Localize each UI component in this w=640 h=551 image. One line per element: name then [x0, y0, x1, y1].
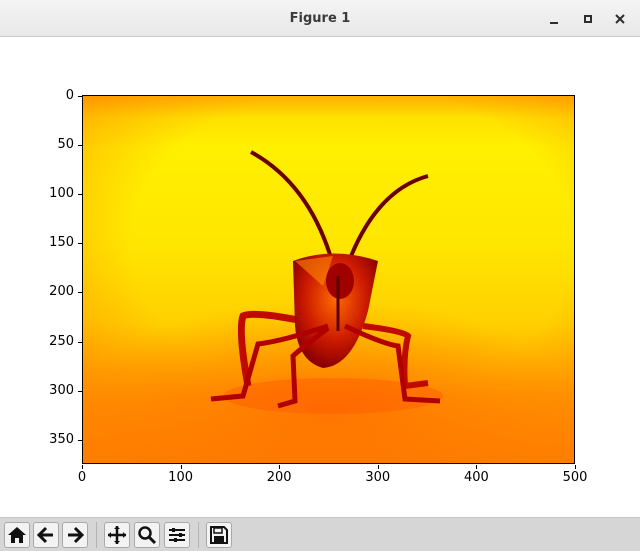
maximize-icon: [584, 15, 592, 23]
back-button[interactable]: [33, 522, 59, 548]
y-tick-label: 250: [49, 333, 74, 349]
y-tick-label: 350: [49, 431, 74, 447]
y-tick-mark: [78, 292, 82, 294]
minimize-button[interactable]: [544, 9, 564, 29]
forward-icon: [68, 526, 85, 544]
x-tick-mark: [82, 465, 83, 469]
image-axes[interactable]: [82, 95, 575, 464]
figure-canvas[interactable]: 0 50 100 150 200 250 300 350 0 100 200 300 400 500: [0, 37, 640, 517]
save-button[interactable]: [206, 522, 232, 548]
x-tick-mark: [476, 465, 478, 469]
x-tick-mark: [377, 465, 379, 469]
forward-button[interactable]: [62, 522, 88, 548]
x-tick-mark: [575, 465, 576, 469]
navigation-toolbar: [0, 517, 640, 551]
back-icon: [36, 526, 53, 544]
x-tick-label: 400: [463, 470, 489, 485]
y-tick-label: 200: [49, 284, 74, 300]
x-tick-mark: [180, 465, 182, 469]
home-icon: [8, 527, 26, 543]
pan-button[interactable]: [104, 522, 130, 548]
y-tick-label: 150: [49, 235, 74, 251]
y-tick-mark: [78, 144, 82, 146]
minimize-icon: [550, 22, 558, 24]
x-tick-label: 200: [266, 470, 292, 485]
y-tick-mark: [78, 439, 82, 441]
configure-subplots-button[interactable]: [164, 522, 190, 548]
pan-icon: [108, 526, 126, 544]
y-tick-label: 0: [65, 87, 74, 103]
close-button[interactable]: [610, 9, 630, 29]
home-button[interactable]: [4, 522, 30, 548]
y-tick-label: 300: [49, 382, 74, 398]
toolbar-separator: [96, 522, 97, 548]
y-tick-mark: [78, 95, 82, 97]
configure-subplots-icon: [169, 528, 185, 542]
toolbar-separator: [198, 522, 199, 548]
window-titlebar: Figure 1: [0, 0, 640, 37]
y-tick-mark: [78, 341, 82, 343]
y-tick-label: 50: [57, 136, 74, 152]
x-tick-label: 300: [365, 470, 391, 485]
x-tick-label: 500: [562, 470, 588, 485]
y-tick-mark: [78, 243, 82, 245]
x-tick-label: 100: [168, 470, 193, 485]
y-tick-mark: [78, 193, 82, 195]
zoom-button[interactable]: [134, 522, 160, 548]
maximize-button[interactable]: [578, 9, 598, 29]
y-tick-mark: [78, 390, 82, 392]
save-icon: [210, 526, 228, 544]
x-tick-label: 0: [77, 470, 87, 485]
y-tick-label: 100: [49, 185, 74, 201]
zoom-icon: [138, 526, 157, 545]
close-icon: [615, 14, 625, 24]
x-tick-mark: [279, 465, 281, 469]
insect-image: [210, 150, 443, 414]
